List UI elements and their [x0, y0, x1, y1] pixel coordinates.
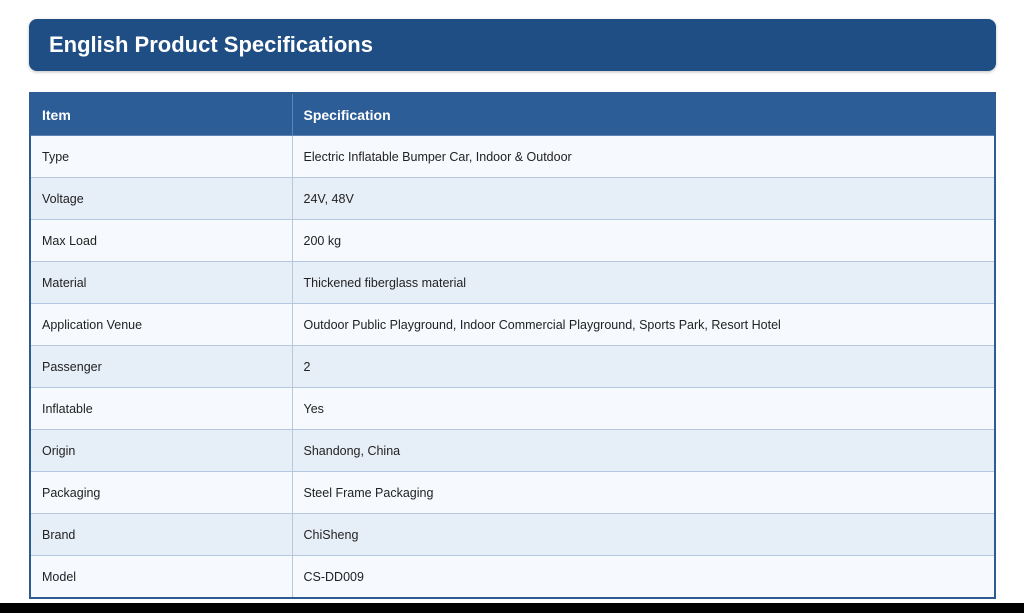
item-cell: Model: [29, 555, 293, 599]
column-header-specification: Specification: [291, 92, 996, 136]
item-cell: Application Venue: [29, 303, 293, 346]
spec-cell: 200 kg: [291, 219, 996, 262]
bottom-edge-band: [0, 603, 1024, 613]
spec-cell: Shandong, China: [291, 429, 996, 472]
header-bar: English Product Specifications: [29, 19, 996, 71]
table-header-row: Item Specification: [29, 92, 996, 136]
item-cell: Packaging: [29, 471, 293, 514]
spec-table: Item Specification Type Electric Inflata…: [29, 92, 996, 599]
table-row: Packaging Steel Frame Packaging: [29, 471, 996, 514]
table-row: Voltage 24V, 48V: [29, 177, 996, 220]
table-row: Inflatable Yes: [29, 387, 996, 430]
item-cell: Inflatable: [29, 387, 293, 430]
item-cell: Material: [29, 261, 293, 304]
item-cell: Origin: [29, 429, 293, 472]
item-cell: Voltage: [29, 177, 293, 220]
table-row: Application Venue Outdoor Public Playgro…: [29, 303, 996, 346]
spec-cell: Electric Inflatable Bumper Car, Indoor &…: [291, 135, 996, 178]
table-row: Max Load 200 kg: [29, 219, 996, 262]
table-row: Passenger 2: [29, 345, 996, 388]
column-header-item: Item: [29, 92, 293, 136]
spec-cell: ChiSheng: [291, 513, 996, 556]
spec-cell: 2: [291, 345, 996, 388]
item-cell: Max Load: [29, 219, 293, 262]
page-title: English Product Specifications: [49, 32, 373, 57]
table-row: Material Thickened fiberglass material: [29, 261, 996, 304]
spec-cell: Steel Frame Packaging: [291, 471, 996, 514]
spec-cell: CS-DD009: [291, 555, 996, 599]
spec-cell: 24V, 48V: [291, 177, 996, 220]
table-row: Brand ChiSheng: [29, 513, 996, 556]
item-cell: Passenger: [29, 345, 293, 388]
spec-cell: Yes: [291, 387, 996, 430]
table-row: Type Electric Inflatable Bumper Car, Ind…: [29, 135, 996, 178]
table-row: Origin Shandong, China: [29, 429, 996, 472]
spec-cell: Outdoor Public Playground, Indoor Commer…: [291, 303, 996, 346]
spec-cell: Thickened fiberglass material: [291, 261, 996, 304]
item-cell: Type: [29, 135, 293, 178]
item-cell: Brand: [29, 513, 293, 556]
table-row: Model CS-DD009: [29, 555, 996, 599]
